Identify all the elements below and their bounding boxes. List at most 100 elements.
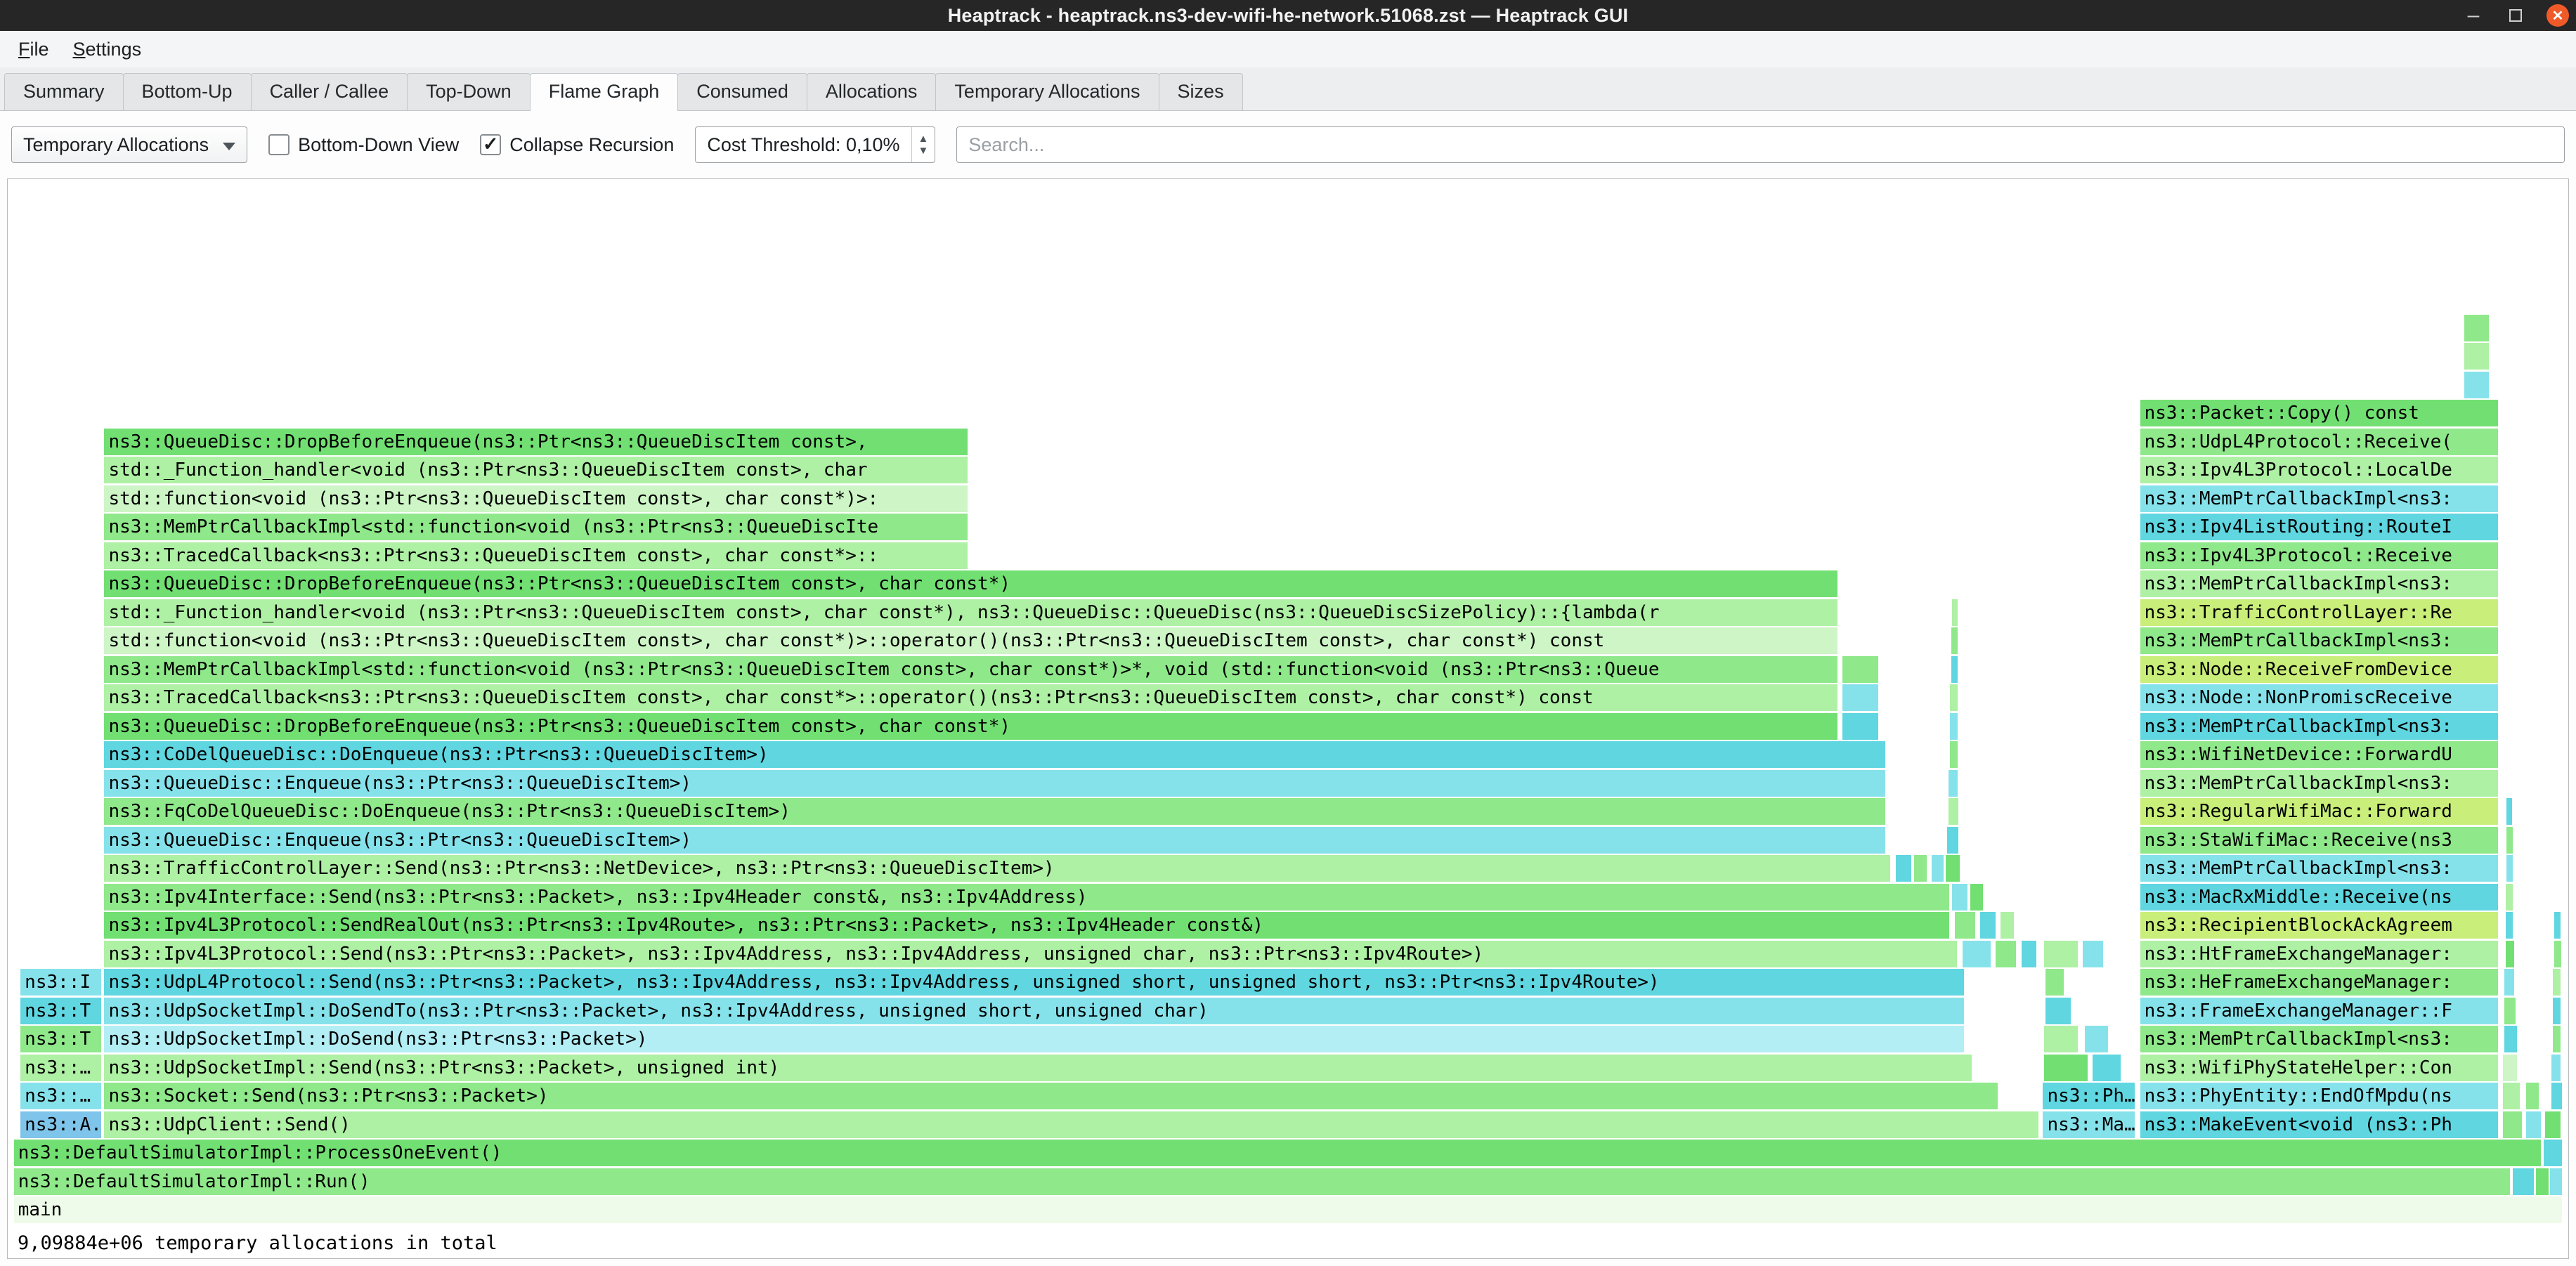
flame-bar[interactable] [1950, 713, 1958, 740]
view-mode-select[interactable]: Temporary Allocations [11, 126, 247, 163]
checkbox-icon[interactable] [268, 134, 290, 155]
flame-bar[interactable] [2554, 912, 2561, 939]
menu-settings[interactable]: Settings [62, 34, 153, 65]
flame-bar[interactable] [1932, 855, 1943, 882]
flame-bar[interactable]: std::function<void (ns3::Ptr<ns3::QueueD… [104, 485, 968, 512]
flame-graph-canvas[interactable]: mainns3::DefaultSimulatorImpl::Run()ns3:… [7, 178, 2569, 1259]
flame-bar[interactable] [2504, 969, 2515, 996]
menu-file[interactable]: File [7, 34, 60, 65]
flame-bar[interactable] [2550, 1168, 2561, 1195]
flame-bar[interactable]: ns3::Ipv4L3Protocol::LocalDe [2140, 457, 2498, 483]
cost-threshold-spinbox[interactable]: Cost Threshold: 0,10% ▲ ▼ [695, 126, 935, 163]
flame-bar[interactable]: ns3::Ipv4Interface::Send(ns3::Ptr<ns3::P… [104, 884, 1949, 911]
flame-bar[interactable] [2526, 1111, 2542, 1138]
flame-bar[interactable]: ns3::Socket::Send(ns3::Ptr<ns3::Packet>) [104, 1083, 1997, 1109]
flame-bar[interactable]: ns3::FrameExchangeManager::F [2140, 998, 2498, 1024]
flame-bar[interactable]: ns3::TracedCallback<ns3::Ptr<ns3::QueueD… [104, 684, 1837, 711]
flame-bar[interactable]: ns3::MacRxMiddle::Receive(ns [2140, 884, 2498, 911]
flame-bar[interactable] [1970, 884, 1983, 911]
flame-bar[interactable]: ns3::QueueDisc::DropBeforeEnqueue(ns3::P… [104, 570, 1837, 597]
flame-bar[interactable]: main [14, 1196, 2563, 1223]
flame-bar[interactable]: ns3::MemPtrCallbackImpl<ns3: [2140, 485, 2498, 512]
flame-bar[interactable] [1946, 855, 1960, 882]
flame-bar[interactable] [2464, 372, 2489, 398]
flame-bar[interactable] [1947, 827, 1958, 854]
flame-bar[interactable]: ns3::TrafficControlLayer::Re [2140, 599, 2498, 626]
flame-bar[interactable] [1952, 884, 1967, 911]
flame-bar[interactable]: ns3::WifiPhyStateHelper::Con [2140, 1055, 2498, 1081]
flame-bar[interactable]: ns3::Ph… [2043, 1083, 2135, 1109]
flame-bar[interactable]: ns3::T [20, 1026, 101, 1052]
flame-bar[interactable] [1950, 741, 1958, 768]
flame-bar[interactable] [2045, 969, 2063, 996]
flame-bar[interactable]: ns3::Ipv4L3Protocol::Receive [2140, 542, 2498, 569]
tab-summary[interactable]: Summary [4, 73, 124, 110]
tab-caller-callee[interactable]: Caller / Callee [251, 73, 408, 110]
flame-bar[interactable] [2526, 1083, 2539, 1109]
flame-bar[interactable]: ns3::UdpSocketImpl::DoSendTo(ns3::Ptr<ns… [104, 998, 1964, 1024]
flame-bar[interactable] [2513, 1168, 2533, 1195]
flame-bar[interactable] [2506, 941, 2515, 967]
flame-bar[interactable]: ns3::RecipientBlockAckAgreem [2140, 912, 2498, 939]
flame-bar[interactable]: ns3::Packet::Copy() const [2140, 400, 2498, 426]
flame-bar[interactable]: ns3::UdpL4Protocol::Receive( [2140, 429, 2498, 455]
flame-bar[interactable] [1951, 627, 1958, 654]
flame-bar[interactable]: ns3::Ipv4L3Protocol::SendRealOut(ns3::Pt… [104, 912, 1949, 939]
flame-bar[interactable]: ns3::TrafficControlLayer::Send(ns3::Ptr<… [104, 855, 1890, 882]
maximize-button[interactable] [2503, 3, 2528, 28]
collapse-recursion-checkbox[interactable]: Collapse Recursion [480, 134, 674, 156]
flame-bar[interactable] [2464, 315, 2489, 341]
flame-bar[interactable] [2022, 941, 2037, 967]
flame-bar[interactable]: ns3::I [20, 969, 101, 996]
flame-bar[interactable]: ns3::UdpClient::Send() [104, 1111, 2038, 1138]
tab-allocations[interactable]: Allocations [807, 73, 937, 110]
flame-bar[interactable]: ns3::MemPtrCallbackImpl<std::function<vo… [104, 656, 1837, 683]
flame-bar[interactable] [1955, 912, 1975, 939]
tab-sizes[interactable]: Sizes [1159, 73, 1243, 110]
flame-bar[interactable] [2044, 941, 2077, 967]
flame-bar[interactable] [1952, 599, 1957, 626]
flame-bar[interactable] [1949, 798, 1959, 825]
flame-bar[interactable] [1980, 912, 1996, 939]
flame-bar[interactable]: ns3::Ipv4ListRouting::RouteI [2140, 514, 2498, 540]
flame-bar[interactable] [2506, 912, 2513, 939]
flame-bar[interactable] [1949, 770, 1958, 797]
flame-bar[interactable]: ns3::RegularWifiMac::Forward [2140, 798, 2498, 825]
flame-bar[interactable] [2503, 1083, 2520, 1109]
flame-bar[interactable]: ns3::TracedCallback<ns3::Ptr<ns3::QueueD… [104, 542, 968, 569]
flame-bar[interactable] [2536, 1168, 2549, 1195]
flame-bar[interactable] [2093, 1055, 2121, 1081]
flame-bar[interactable]: ns3::PhyEntity::EndOfMpdu(ns [2140, 1083, 2498, 1109]
flame-bar[interactable] [2464, 343, 2489, 370]
flame-bar[interactable]: ns3::MemPtrCallbackImpl<ns3: [2140, 627, 2498, 654]
flame-bar[interactable] [2554, 941, 2561, 967]
flame-bar[interactable] [2545, 1111, 2561, 1138]
flame-bar[interactable]: ns3::Ipv4L3Protocol::Send(ns3::Ptr<ns3::… [104, 941, 1956, 967]
minimize-button[interactable]: – [2461, 3, 2486, 28]
tab-temporary-allocations[interactable]: Temporary Allocations [935, 73, 1159, 110]
flame-bar[interactable]: ns3::Node::ReceiveFromDevice [2140, 656, 2498, 683]
flame-bar[interactable] [2083, 941, 2103, 967]
flame-bar[interactable] [2503, 1111, 2522, 1138]
flame-bar[interactable] [2503, 1055, 2517, 1081]
checkbox-icon[interactable] [480, 134, 501, 155]
flame-bar[interactable] [2506, 827, 2513, 854]
flame-bar[interactable]: ns3::FqCoDelQueueDisc::DoEnqueue(ns3::Pt… [104, 798, 1885, 825]
flame-bar[interactable] [2506, 798, 2511, 825]
flame-bar[interactable]: ns3::HtFrameExchangeManager: [2140, 941, 2498, 967]
flame-bar[interactable] [1996, 941, 2016, 967]
flame-bar[interactable] [2506, 884, 2513, 911]
flame-bar[interactable] [2551, 1083, 2562, 1109]
search-input[interactable] [956, 126, 2565, 163]
flame-bar[interactable]: ns3::A. [20, 1111, 101, 1138]
flame-bar[interactable]: ns3::DefaultSimulatorImpl::ProcessOneEve… [14, 1140, 2541, 1166]
flame-bar[interactable]: ns3::… [20, 1083, 101, 1109]
spin-down-icon[interactable]: ▼ [918, 145, 929, 157]
flame-bar[interactable] [2504, 998, 2516, 1024]
flame-bar[interactable] [2553, 969, 2561, 996]
flame-bar[interactable]: ns3::UdpSocketImpl::DoSend(ns3::Ptr<ns3:… [104, 1026, 1964, 1052]
flame-bar[interactable]: ns3::StaWifiMac::Receive(ns3 [2140, 827, 2498, 854]
spin-up-icon[interactable]: ▲ [918, 133, 929, 145]
flame-bar[interactable]: ns3::MemPtrCallbackImpl<ns3: [2140, 570, 2498, 597]
flame-bar[interactable] [2506, 855, 2513, 882]
